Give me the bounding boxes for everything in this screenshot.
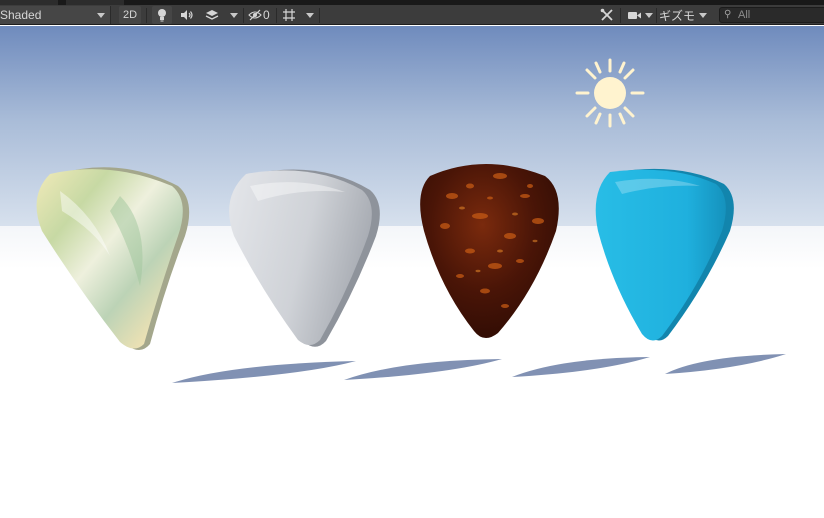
lightbulb-icon [158,9,166,22]
camera-icon [627,11,641,19]
toolbar-separator [620,8,621,23]
camera-settings-dropdown[interactable] [643,6,655,24]
scene-view-toolbar: Shaded 2D 0 ギズモ ⚲ All [0,5,824,25]
hidden-objects-toggle[interactable]: 0 [248,6,274,24]
effects-dropdown[interactable] [228,6,240,24]
shading-mode-dropdown[interactable]: Shaded [0,6,111,24]
chevron-down-icon [97,13,105,18]
chevron-down-icon [306,12,314,18]
tools-toggle[interactable] [598,6,616,24]
gizmos-dropdown[interactable] [697,6,709,24]
2d-mode-label: 2D [122,9,138,21]
eye-hidden-icon [248,9,262,21]
grid-dropdown[interactable] [304,6,316,24]
speaker-icon [181,10,193,20]
toolbar-separator [319,8,320,23]
toolbar-separator [146,8,147,23]
audio-toggle[interactable] [178,6,196,24]
scene-viewport[interactable] [0,26,824,513]
gizmos-label: ギズモ [659,8,696,23]
2d-mode-toggle[interactable]: 2D [119,6,141,24]
search-icon: ⚲ [724,9,732,20]
effects-toggle[interactable] [203,6,221,24]
sun-light-icon [575,58,645,128]
camera-settings-button[interactable] [625,6,643,24]
chevron-down-icon [645,12,653,18]
toolbar-separator [243,8,244,23]
lighting-toggle[interactable] [152,6,172,24]
toolbar-separator [276,8,277,23]
grid-icon [283,9,295,21]
hidden-objects-count: 0 [263,8,270,22]
scene-search-field[interactable]: ⚲ All [719,7,824,23]
search-placeholder: All [738,9,751,21]
tools-icon [600,8,613,21]
chevron-down-icon [230,12,238,18]
toolbar-separator [656,8,657,23]
shading-mode-label: Shaded [0,8,42,22]
grid-toggle[interactable] [280,6,298,24]
scene-render [0,26,824,513]
chevron-down-icon [699,12,707,18]
gizmos-toggle[interactable]: ギズモ [659,6,695,24]
layers-icon [205,10,219,20]
